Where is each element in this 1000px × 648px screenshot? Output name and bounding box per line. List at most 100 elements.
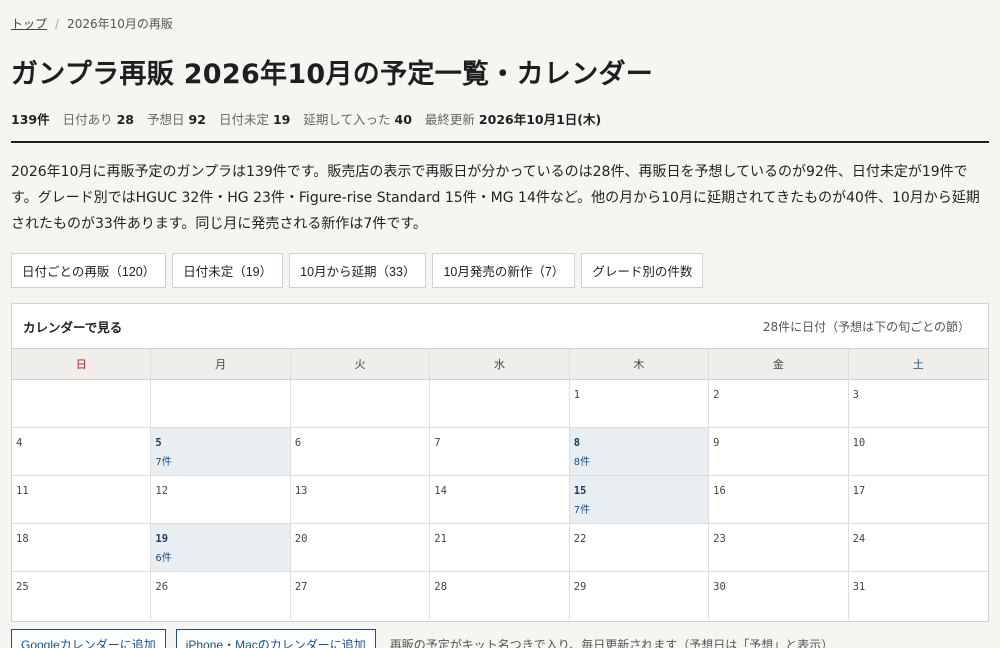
weekday-header: 日 月 火 水 木 金 土: [12, 349, 988, 380]
by-date-button[interactable]: 日付ごとの再販（120）: [11, 253, 167, 288]
day-number: 24: [852, 533, 866, 545]
day-number: 9: [713, 437, 720, 449]
day-number: 6: [294, 437, 302, 449]
calendar-day-12: 12: [151, 476, 291, 524]
day-number: 17: [852, 485, 866, 497]
breadcrumb-current: 2026年10月の再販: [67, 17, 173, 31]
stat-updated: 最終更新 2026年10月1日(木): [424, 112, 602, 127]
calendar-day-29: 29: [570, 572, 710, 620]
calendar-day-31: 31: [849, 572, 988, 620]
day-number: 18: [16, 533, 29, 545]
calendar-day-10: 10: [848, 428, 988, 476]
weekday-thu: 木: [570, 349, 710, 380]
day-number: 27: [294, 581, 308, 593]
calendar-day-22: 22: [569, 524, 710, 572]
divider: [11, 141, 989, 143]
delayed-from-october-button[interactable]: 10月から延期（33）: [289, 253, 427, 288]
day-number: 22: [573, 533, 587, 545]
calendar-day-16: 16: [709, 476, 849, 524]
intro-paragraph: 2026年10月に再販予定のガンプラは139件です。販売店の表示で再販日が分かっ…: [11, 164, 980, 232]
add-google-calendar-button[interactable]: Googleカレンダーに追加: [11, 629, 166, 648]
day-number: 31: [852, 581, 866, 593]
undated-button[interactable]: 日付未定（19）: [172, 253, 284, 288]
calendar-day-21: 21: [430, 524, 570, 572]
day-number: 20: [294, 533, 308, 545]
calendar-note: 28件に日付（予想は下の旬ごとの節）: [762, 319, 970, 334]
calendar-day-3: 3: [848, 380, 988, 428]
page-title: ガンプラ再販 2026年10月の予定一覧・カレンダー: [11, 59, 654, 90]
day-count-link[interactable]: 7件: [574, 501, 704, 516]
breadcrumb-home-link[interactable]: トップ: [11, 15, 47, 32]
section-nav: 日付ごとの再販（120） 日付未定（19） 10月から延期（33） 10月発売の…: [11, 253, 709, 288]
breadcrumb-separator: /: [55, 16, 60, 31]
calendar-day-15[interactable]: 15 7件: [569, 476, 710, 524]
day-number: 15: [573, 485, 587, 497]
calendar-day-5[interactable]: 5 7件: [151, 428, 291, 476]
calendar-day-28: 28: [430, 572, 570, 620]
grade-counts-button[interactable]: グレード別の件数: [581, 253, 704, 288]
calendar-day-26: 26: [151, 572, 291, 620]
calendar-subscribe-bar: Googleカレンダーに追加 iPhone・Macのカレンダーに追加 再販の予定…: [11, 629, 833, 648]
day-number: 13: [294, 485, 308, 497]
calendar-grid: 1 2 3 4 5 7件 6 7 8 8件 9 10 11 12 13 14 15 7件 16 17 18 19 6件 20 2…: [12, 380, 988, 620]
add-apple-calendar-button[interactable]: iPhone・Macのカレンダーに追加: [175, 629, 376, 648]
calendar-day-1: 1: [569, 380, 710, 428]
day-count-link[interactable]: 8件: [574, 453, 704, 468]
weekday-fri: 金: [709, 349, 849, 380]
day-number: 7: [434, 437, 441, 449]
day-number: 16: [713, 485, 726, 497]
calendar-day-empty: [430, 380, 570, 428]
stat-dated: 日付あり 28: [62, 112, 135, 127]
calendar-day-24: 24: [848, 524, 988, 572]
new-releases-button[interactable]: 10月発売の新作（7）: [432, 253, 576, 288]
day-number: 3: [852, 389, 859, 401]
day-number: 5: [155, 437, 162, 449]
calendar-day-25: 25: [12, 572, 152, 620]
day-number: 2: [713, 389, 720, 401]
calendar-day-30: 30: [709, 572, 849, 620]
calendar-day-23: 23: [709, 524, 849, 572]
day-count-link[interactable]: 7件: [155, 453, 285, 468]
stats-bar: 139件 日付あり 28 予想日 92 日付未定 19 延期して入った 40 最終更新 2…: [11, 109, 614, 128]
weekday-sun: 日: [12, 349, 152, 380]
calendar-header: カレンダーで見る 28件に日付（予想は下の旬ごとの節）: [12, 304, 988, 349]
day-number: 11: [16, 485, 29, 497]
day-number: 12: [155, 485, 169, 497]
calendar-day-empty: [151, 380, 291, 428]
calendar-day-7: 7: [430, 428, 570, 476]
subscribe-note: 再販の予定がキット名つきで入り、毎日更新されます（予想日は「予想」と表示）: [389, 637, 834, 648]
calendar-day-empty: [290, 380, 431, 428]
day-count-link[interactable]: 6件: [155, 549, 285, 564]
calendar-day-13: 13: [290, 476, 431, 524]
calendar-day-empty: [12, 380, 152, 428]
calendar-day-27: 27: [291, 572, 431, 620]
day-number: 28: [434, 581, 447, 593]
calendar-day-8[interactable]: 8 8件: [569, 428, 710, 476]
stat-undated: 日付未定 19: [218, 112, 291, 127]
calendar-day-2: 2: [709, 380, 849, 428]
calendar-day-18: 18: [12, 524, 152, 572]
calendar-day-19[interactable]: 19 6件: [151, 524, 291, 572]
calendar-day-14: 14: [430, 476, 570, 524]
stat-total: 139件: [11, 112, 50, 127]
day-number: 19: [155, 533, 169, 545]
weekday-mon: 月: [151, 349, 291, 380]
day-number: 23: [713, 533, 726, 545]
day-number: 30: [713, 581, 726, 593]
calendar: カレンダーで見る 28件に日付（予想は下の旬ごとの節） 日 月 火 水 木 金 …: [11, 303, 989, 622]
day-number: 21: [434, 533, 447, 545]
calendar-day-20: 20: [290, 524, 431, 572]
calendar-title: カレンダーで見る: [23, 319, 123, 335]
calendar-day-17: 17: [848, 476, 988, 524]
stat-predicted: 予想日 92: [147, 112, 206, 127]
weekday-wed: 水: [430, 349, 570, 380]
breadcrumb: トップ / 2026年10月の再販: [11, 15, 173, 32]
calendar-day-6: 6: [290, 428, 431, 476]
day-number: 14: [434, 485, 447, 497]
day-number: 4: [16, 437, 23, 449]
calendar-day-4: 4: [12, 428, 152, 476]
day-number: 10: [852, 437, 866, 449]
calendar-day-9: 9: [709, 428, 849, 476]
calendar-day-11: 11: [12, 476, 152, 524]
day-number: 25: [16, 581, 29, 593]
